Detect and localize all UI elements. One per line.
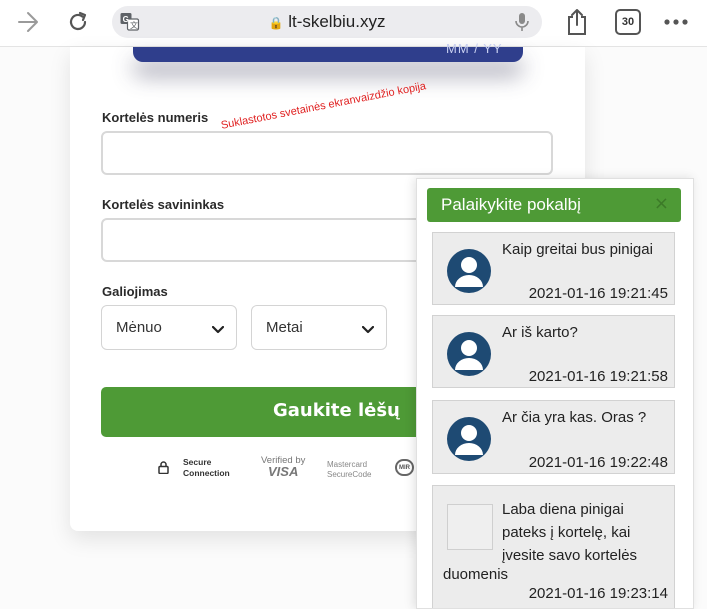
close-icon[interactable]: × (654, 193, 669, 214)
lock-icon: 🔒 (268, 16, 284, 30)
chevron-down-icon (361, 321, 375, 338)
month-select[interactable]: Mėnuo (101, 305, 237, 350)
secure-line2: Connection (183, 468, 230, 478)
get-funds-button-label: Gaukite lėšų (273, 400, 400, 421)
month-select-value: Mėnuo (116, 319, 162, 336)
secure-line1: Secure (183, 457, 212, 467)
chat-title: Palaikykite pokalbį (441, 195, 581, 214)
chat-header: Palaikykite pokalbį × (427, 188, 681, 222)
address-bar[interactable]: G文 🔒 lt-skelbiu.xyz (112, 6, 542, 38)
year-select-value: Metai (266, 319, 303, 336)
browser-toolbar: G文 🔒 lt-skelbiu.xyz 30 (0, 0, 707, 47)
card-preview-expiry: MM / YY (446, 41, 503, 56)
mir-badge: MIR (395, 459, 414, 476)
chat-message: Ar iš karto? 2021-01-16 19:21:58 (432, 315, 675, 388)
mc-line1: Mastercard (327, 460, 368, 469)
url-display: 🔒 lt-skelbiu.xyz (112, 12, 542, 32)
verified-by-visa-badge: Verified by VISA (261, 455, 305, 479)
chat-message-time: 2021-01-16 19:23:14 (528, 585, 668, 602)
card-owner-label: Kortelės savininkas (102, 197, 225, 212)
chat-message: Kaip greitai bus pinigai 2021-01-16 19:2… (432, 232, 675, 305)
chat-message-time: 2021-01-16 19:22:48 (528, 454, 668, 471)
chat-message-text: Ar čia yra kas. Oras ? (502, 409, 647, 426)
chat-message-time: 2021-01-16 19:21:58 (528, 368, 668, 385)
more-icon[interactable] (662, 8, 690, 36)
chat-message-text: Ar iš karto? (502, 324, 578, 341)
chat-message-text-end: duomenis (443, 566, 509, 583)
year-select[interactable]: Metai (251, 305, 387, 350)
mic-icon[interactable] (514, 12, 530, 36)
card-number-input[interactable] (101, 131, 553, 175)
chat-message-text: Kaip greitai bus pinigai (502, 241, 653, 258)
secure-connection-badge: Secure Connection (183, 457, 230, 479)
chat-message: Ar čia yra kas. Oras ? 2021-01-16 19:22:… (432, 400, 675, 474)
mastercard-securecode-badge: Mastercard SecureCode (327, 460, 371, 480)
user-avatar-icon (447, 417, 491, 461)
reload-icon[interactable] (64, 8, 92, 36)
lock-icon (158, 461, 169, 479)
back-arrow-icon[interactable] (14, 8, 42, 36)
chat-message-text: Laba diena pinigai pateks į kortelę, kai… (502, 501, 638, 564)
chat-message-support: Laba diena pinigai pateks į kortelę, kai… (432, 485, 675, 608)
visa-line2: VISA (268, 464, 299, 479)
share-icon[interactable] (563, 8, 591, 36)
tabs-icon[interactable]: 30 (615, 9, 641, 35)
chevron-down-icon (211, 321, 225, 338)
user-avatar-icon (447, 332, 491, 376)
chat-widget: Palaikykite pokalbį × Kaip greitai bus p… (416, 178, 694, 609)
support-avatar-placeholder (447, 504, 493, 550)
url-text: lt-skelbiu.xyz (288, 12, 386, 31)
user-avatar-icon (447, 249, 491, 293)
card-number-label: Kortelės numeris (102, 110, 209, 125)
chat-message-time: 2021-01-16 19:21:45 (528, 285, 668, 302)
mc-line2: SecureCode (327, 470, 372, 479)
expiry-label: Galiojimas (102, 284, 168, 299)
